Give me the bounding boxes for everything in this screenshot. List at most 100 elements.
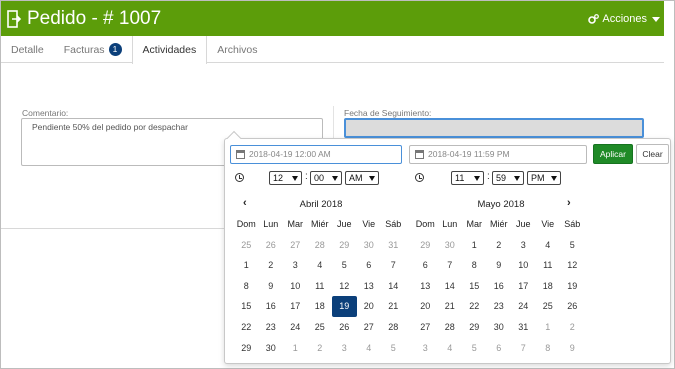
day-cell[interactable]: 4: [438, 338, 463, 359]
day-cell[interactable]: 10: [283, 276, 308, 297]
day-cell[interactable]: 5: [332, 255, 357, 276]
day-cell[interactable]: 21: [381, 296, 406, 317]
day-cell[interactable]: 9: [487, 255, 512, 276]
day-cell[interactable]: 20: [357, 296, 382, 317]
day-cell[interactable]: 2: [259, 255, 284, 276]
day-cell[interactable]: 8: [462, 255, 487, 276]
day-cell[interactable]: 23: [259, 317, 284, 338]
day-cell[interactable]: 4: [357, 338, 382, 359]
tab-detalle[interactable]: Detalle: [1, 36, 54, 63]
day-cell[interactable]: 30: [357, 235, 382, 256]
day-cell[interactable]: 1: [536, 317, 561, 338]
day-cell[interactable]: 15: [234, 296, 259, 317]
day-cell[interactable]: 21: [438, 296, 463, 317]
start-hour-select[interactable]: 12: [269, 171, 302, 185]
day-cell[interactable]: 6: [487, 338, 512, 359]
day-cell[interactable]: 9: [560, 338, 585, 359]
day-cell[interactable]: 9: [259, 276, 284, 297]
start-minute-select[interactable]: 00: [310, 171, 342, 185]
day-cell[interactable]: 1: [462, 235, 487, 256]
day-cell[interactable]: 1: [234, 255, 259, 276]
day-cell[interactable]: 11: [536, 255, 561, 276]
day-cell[interactable]: 2: [560, 317, 585, 338]
end-date-input[interactable]: 2018-04-19 11:59 PM: [409, 145, 587, 164]
day-cell[interactable]: 3: [332, 338, 357, 359]
tab-actividades[interactable]: Actividades: [131, 36, 208, 64]
day-cell[interactable]: 6: [413, 255, 438, 276]
day-cell[interactable]: 1: [283, 338, 308, 359]
day-cell[interactable]: 26: [259, 235, 284, 256]
day-cell[interactable]: 17: [511, 276, 536, 297]
day-cell[interactable]: 27: [413, 317, 438, 338]
day-cell[interactable]: 22: [462, 296, 487, 317]
follow-date-input[interactable]: [344, 118, 644, 138]
selected-day-cell[interactable]: 19: [332, 296, 357, 317]
day-cell[interactable]: 28: [381, 317, 406, 338]
start-date-input[interactable]: 2018-04-19 12:00 AM: [230, 145, 402, 164]
day-cell[interactable]: 3: [413, 338, 438, 359]
prev-month-arrow-icon[interactable]: ‹: [243, 197, 247, 209]
day-cell[interactable]: 29: [462, 317, 487, 338]
day-cell[interactable]: 13: [357, 276, 382, 297]
end-ampm-select[interactable]: PM: [527, 171, 561, 185]
day-cell[interactable]: 31: [511, 317, 536, 338]
day-cell[interactable]: 5: [381, 338, 406, 359]
day-cell[interactable]: 7: [438, 255, 463, 276]
day-cell[interactable]: 31: [381, 235, 406, 256]
day-cell[interactable]: 19: [560, 276, 585, 297]
day-cell[interactable]: 25: [308, 317, 333, 338]
day-cell[interactable]: 29: [413, 235, 438, 256]
day-cell[interactable]: 3: [283, 255, 308, 276]
day-cell[interactable]: 15: [462, 276, 487, 297]
end-minute-select[interactable]: 59: [492, 171, 524, 185]
start-ampm-select[interactable]: AM: [345, 171, 379, 185]
day-cell[interactable]: 2: [308, 338, 333, 359]
day-cell[interactable]: 17: [283, 296, 308, 317]
day-cell[interactable]: 14: [381, 276, 406, 297]
day-cell[interactable]: 26: [560, 296, 585, 317]
day-cell[interactable]: 22: [234, 317, 259, 338]
day-cell[interactable]: 29: [234, 338, 259, 359]
day-cell[interactable]: 23: [487, 296, 512, 317]
day-cell[interactable]: 13: [413, 276, 438, 297]
day-cell[interactable]: 30: [438, 235, 463, 256]
day-cell[interactable]: 24: [511, 296, 536, 317]
tab-facturas[interactable]: Facturas 1: [54, 36, 132, 63]
day-cell[interactable]: 7: [511, 338, 536, 359]
day-cell[interactable]: 8: [234, 276, 259, 297]
tab-archivos[interactable]: Archivos: [207, 36, 267, 63]
day-cell[interactable]: 5: [462, 338, 487, 359]
day-cell[interactable]: 20: [413, 296, 438, 317]
end-hour-select[interactable]: 11: [451, 171, 484, 185]
day-cell[interactable]: 24: [283, 317, 308, 338]
day-cell[interactable]: 4: [308, 255, 333, 276]
day-cell[interactable]: 7: [381, 255, 406, 276]
day-cell[interactable]: 12: [332, 276, 357, 297]
day-cell[interactable]: 30: [487, 317, 512, 338]
day-cell[interactable]: 16: [487, 276, 512, 297]
day-cell[interactable]: 11: [308, 276, 333, 297]
day-cell[interactable]: 5: [560, 235, 585, 256]
apply-button[interactable]: Aplicar: [593, 144, 633, 164]
day-cell[interactable]: 29: [332, 235, 357, 256]
day-cell[interactable]: 25: [234, 235, 259, 256]
actions-menu-button[interactable]: Acciones: [588, 13, 660, 25]
day-cell[interactable]: 2: [487, 235, 512, 256]
day-cell[interactable]: 8: [536, 338, 561, 359]
day-cell[interactable]: 26: [332, 317, 357, 338]
day-cell[interactable]: 27: [283, 235, 308, 256]
day-cell[interactable]: 16: [259, 296, 284, 317]
day-cell[interactable]: 12: [560, 255, 585, 276]
day-cell[interactable]: 6: [357, 255, 382, 276]
day-cell[interactable]: 14: [438, 276, 463, 297]
clear-button[interactable]: Clear: [636, 144, 669, 164]
day-cell[interactable]: 25: [536, 296, 561, 317]
day-cell[interactable]: 27: [357, 317, 382, 338]
day-cell[interactable]: 3: [511, 235, 536, 256]
day-cell[interactable]: 18: [536, 276, 561, 297]
next-month-arrow-icon[interactable]: ›: [567, 197, 571, 209]
day-cell[interactable]: 30: [259, 338, 284, 359]
day-cell[interactable]: 28: [308, 235, 333, 256]
day-cell[interactable]: 4: [536, 235, 561, 256]
day-cell[interactable]: 28: [438, 317, 463, 338]
